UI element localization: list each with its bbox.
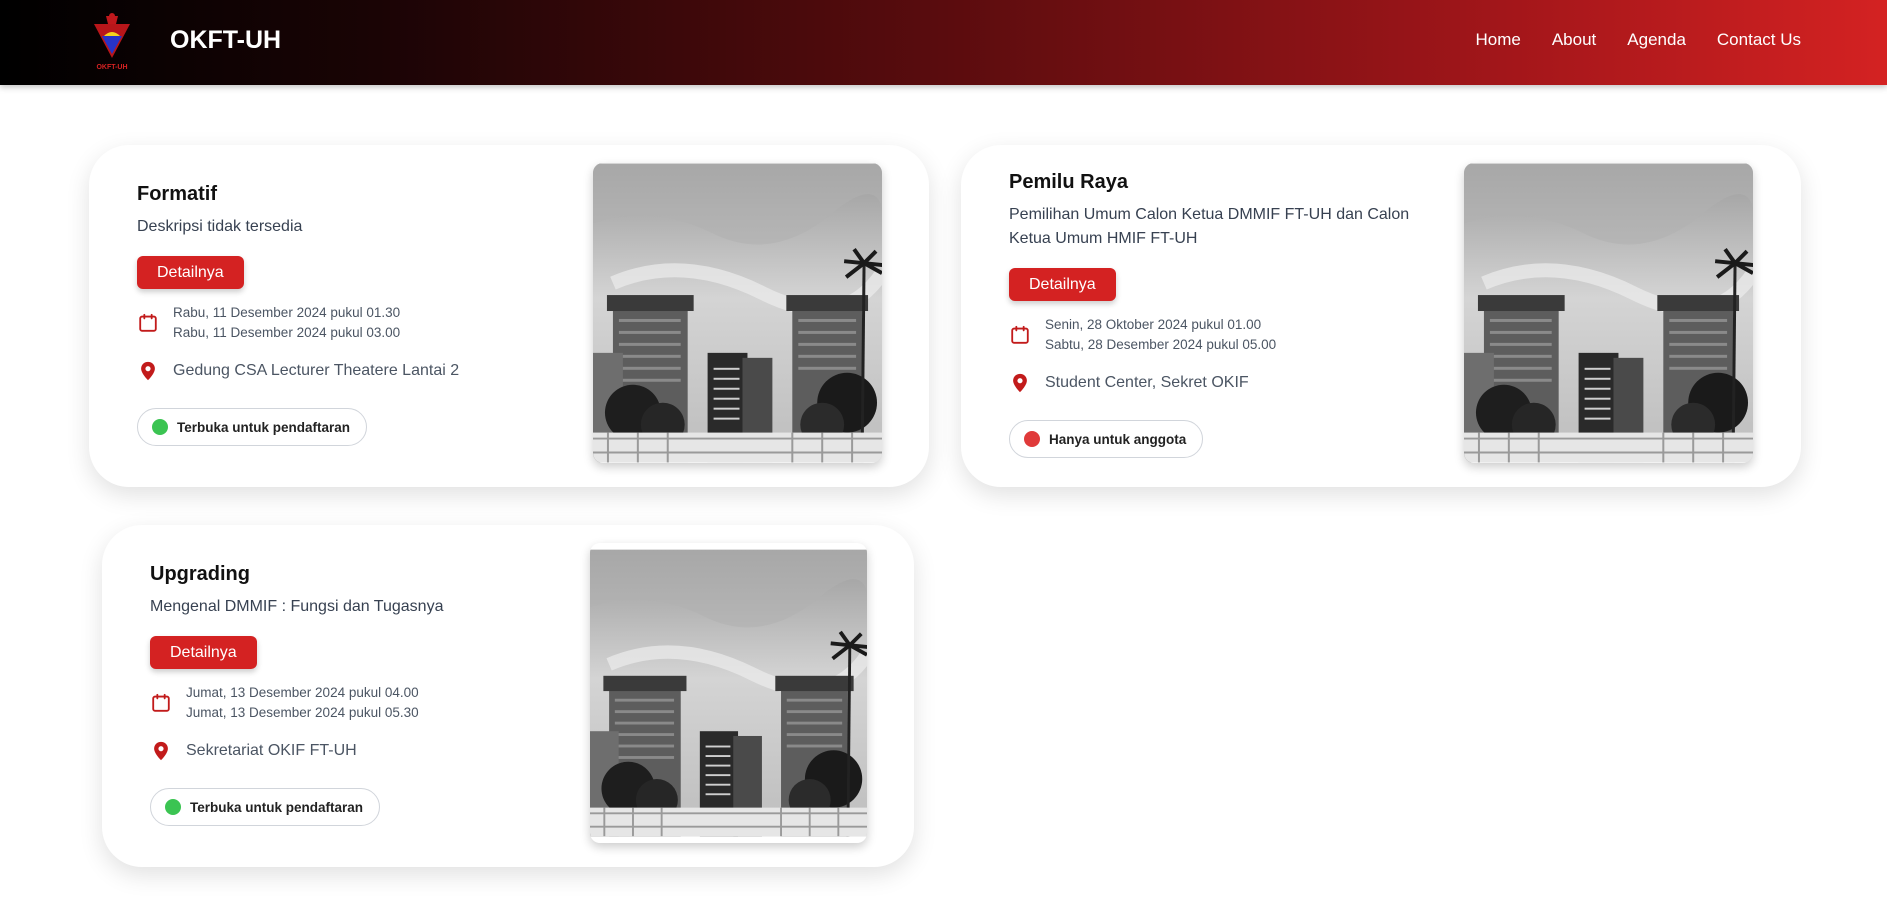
- event-dates: Senin, 28 Oktober 2024 pukul 01.00 Sabtu…: [1009, 315, 1276, 355]
- location-pin-icon: [1009, 372, 1031, 394]
- event-start: Senin, 28 Oktober 2024 pukul 01.00: [1045, 317, 1262, 332]
- status-dot-green: [152, 419, 168, 435]
- event-end: Jumat, 13 Desember 2024 pukul 05.30: [186, 705, 419, 720]
- calendar-icon: [1009, 324, 1031, 346]
- nav-home[interactable]: Home: [1475, 30, 1520, 50]
- event-title: Upgrading: [150, 563, 250, 585]
- status-badge: Terbuka untuk pendaftaran: [150, 788, 381, 826]
- event-location: Gedung CSA Lecturer Theatere Lantai 2: [137, 360, 459, 382]
- detail-button[interactable]: Detailnya: [137, 256, 244, 289]
- event-image: [1464, 163, 1753, 463]
- event-card-pemilu-raya: Pemilu Raya Pemilihan Umum Calon Ketua D…: [961, 145, 1801, 487]
- brand-name[interactable]: OKFT-UH: [170, 26, 281, 55]
- event-start: Jumat, 13 Desember 2024 pukul 04.00: [186, 685, 419, 700]
- status-badge: Hanya untuk anggota: [1009, 420, 1204, 458]
- okft-logo[interactable]: OKFT-UH: [88, 10, 136, 72]
- event-dates: Jumat, 13 Desember 2024 pukul 04.00 Juma…: [150, 683, 419, 723]
- event-start: Rabu, 11 Desember 2024 pukul 01.30: [173, 305, 401, 320]
- event-title: Pemilu Raya: [1009, 171, 1128, 193]
- nav-contact-us[interactable]: Contact Us: [1717, 30, 1801, 50]
- event-title: Formatif: [137, 183, 217, 205]
- status-badge: Terbuka untuk pendaftaran: [137, 408, 368, 446]
- status-dot-green: [165, 799, 181, 815]
- event-image: [590, 543, 867, 843]
- status-text: Terbuka untuk pendaftaran: [177, 419, 351, 435]
- event-location: Student Center, Sekret OKIF: [1009, 372, 1249, 394]
- nav-about[interactable]: About: [1552, 30, 1596, 50]
- event-end: Sabtu, 28 Desember 2024 pukul 05.00: [1045, 337, 1277, 352]
- event-location-text: Sekretariat OKIF FT-UH: [186, 742, 357, 759]
- status-dot-red: [1024, 431, 1040, 447]
- event-card-upgrading: Upgrading Mengenal DMMIF : Fungsi dan Tu…: [102, 525, 914, 867]
- calendar-icon: [150, 692, 172, 714]
- event-card-formatif: Formatif Deskripsi tidak tersedia Detail…: [89, 145, 929, 487]
- svg-text:OKFT-UH: OKFT-UH: [96, 64, 127, 71]
- event-end: Rabu, 11 Desember 2024 pukul 03.00: [173, 325, 401, 340]
- event-location-text: Student Center, Sekret OKIF: [1045, 374, 1249, 391]
- location-pin-icon: [137, 360, 159, 382]
- status-text: Terbuka untuk pendaftaran: [190, 799, 364, 815]
- calendar-icon: [137, 312, 159, 334]
- event-image: [593, 163, 882, 463]
- event-description: Mengenal DMMIF : Fungsi dan Tugasnya: [150, 598, 444, 615]
- detail-button[interactable]: Detailnya: [1009, 268, 1116, 301]
- event-description: Pemilihan Umum Calon Ketua DMMIF FT-UH d…: [1009, 206, 1410, 247]
- status-text: Hanya untuk anggota: [1049, 431, 1187, 447]
- navbar: OKFT-UH OKFT-UH Home About Agenda Contac…: [0, 0, 1887, 85]
- event-dates: Rabu, 11 Desember 2024 pukul 01.30 Rabu,…: [137, 303, 400, 343]
- event-location-text: Gedung CSA Lecturer Theatere Lantai 2: [173, 362, 460, 379]
- detail-button[interactable]: Detailnya: [150, 636, 257, 669]
- main-nav: Home About Agenda Contact Us: [1475, 30, 1801, 50]
- location-pin-icon: [150, 740, 172, 762]
- event-description: Deskripsi tidak tersedia: [137, 218, 303, 235]
- nav-agenda[interactable]: Agenda: [1627, 30, 1686, 50]
- event-location: Sekretariat OKIF FT-UH: [150, 740, 357, 762]
